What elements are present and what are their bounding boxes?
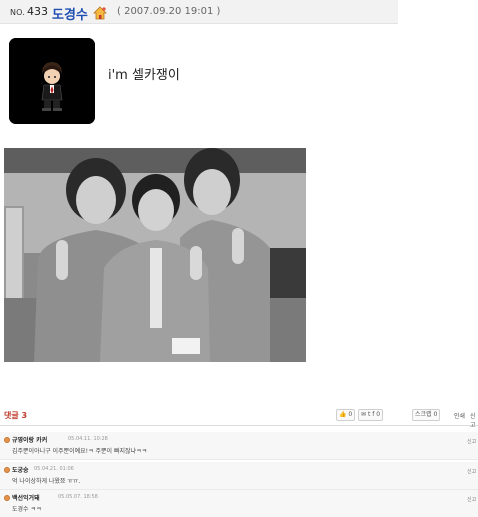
share-count: 0 [376, 411, 381, 418]
comment-date: 05.04.21. 01:06 [34, 466, 74, 472]
post-header: NO. 433 도경수 ( 2007.09.20 19:01 ) [0, 0, 398, 24]
like-count: 0 [348, 411, 353, 418]
comment-text: 억 나이상하게 나왔쬬 ㅠㅠ. [12, 478, 81, 485]
scrap-count: 0 [433, 411, 438, 418]
comment-date: 05.04.11. 10:28 [68, 436, 108, 442]
twitter-icon: t [367, 411, 371, 418]
like-button[interactable]: 👍 0 [336, 409, 356, 421]
post-number: 433 [27, 5, 48, 18]
scrap-button[interactable]: 스크랩 0 [412, 409, 441, 421]
comment-report-link[interactable]: 신고 [467, 468, 476, 475]
comment-avatar-icon [4, 467, 10, 473]
comment-report-link[interactable]: 신고 [467, 496, 476, 503]
comment-author[interactable]: 도궁숭 [12, 465, 29, 474]
comment-item: 도궁숭 05.04.21. 01:06 억 나이상하게 나왔쬬 ㅠㅠ. 신고 [0, 462, 478, 490]
post-date: ( 2007.09.20 19:01 ) [117, 6, 221, 17]
status-text: i'm 셀카쟁이 [108, 68, 180, 83]
comment-text: 도경수 ㅋㅋ [12, 506, 42, 513]
comment-date: 05.05.07. 18:58 [58, 494, 98, 500]
comment-avatar-icon [4, 495, 10, 501]
report-link[interactable]: 신고 [470, 411, 478, 429]
avatar-character-icon [9, 38, 95, 124]
comments-toolbar: 댓글 3 👍 0 ✉ t f 0 스크랩 0 인쇄 신고 [0, 406, 478, 429]
comment-text: 김주뿐이아니구 이주뿐이예요!ㅋ 주뿐이 빠지잖냐ㅋㅋ [12, 448, 148, 455]
like-icon: 👍 [339, 411, 347, 418]
comment-author[interactable]: 백선익거돼 [12, 493, 40, 502]
author-link[interactable]: 도경수 [52, 4, 88, 23]
scrap-label: 스크랩 [415, 411, 432, 418]
comment-item: 백선익거돼 05.05.07. 18:58 도경수 ㅋㅋ 신고 [0, 490, 478, 517]
comment-author[interactable]: 규영이랑 카커 [12, 435, 47, 444]
facebook-icon: f [372, 411, 375, 418]
comments-title[interactable]: 댓글 3 [4, 410, 27, 421]
avatar [9, 38, 95, 124]
comment-item: 규영이랑 카커 05.04.11. 10:28 김주뿐이아니구 이주뿐이예요!ㅋ… [0, 432, 478, 460]
post-photo [4, 148, 306, 362]
print-link[interactable]: 인쇄 [454, 411, 465, 420]
home-icon[interactable] [93, 5, 107, 20]
comment-avatar-icon [4, 437, 10, 443]
comment-report-link[interactable]: 신고 [467, 438, 476, 445]
share-icon: ✉ [361, 411, 367, 418]
share-button[interactable]: ✉ t f 0 [358, 409, 384, 421]
post-number-prefix: NO. [10, 8, 26, 17]
